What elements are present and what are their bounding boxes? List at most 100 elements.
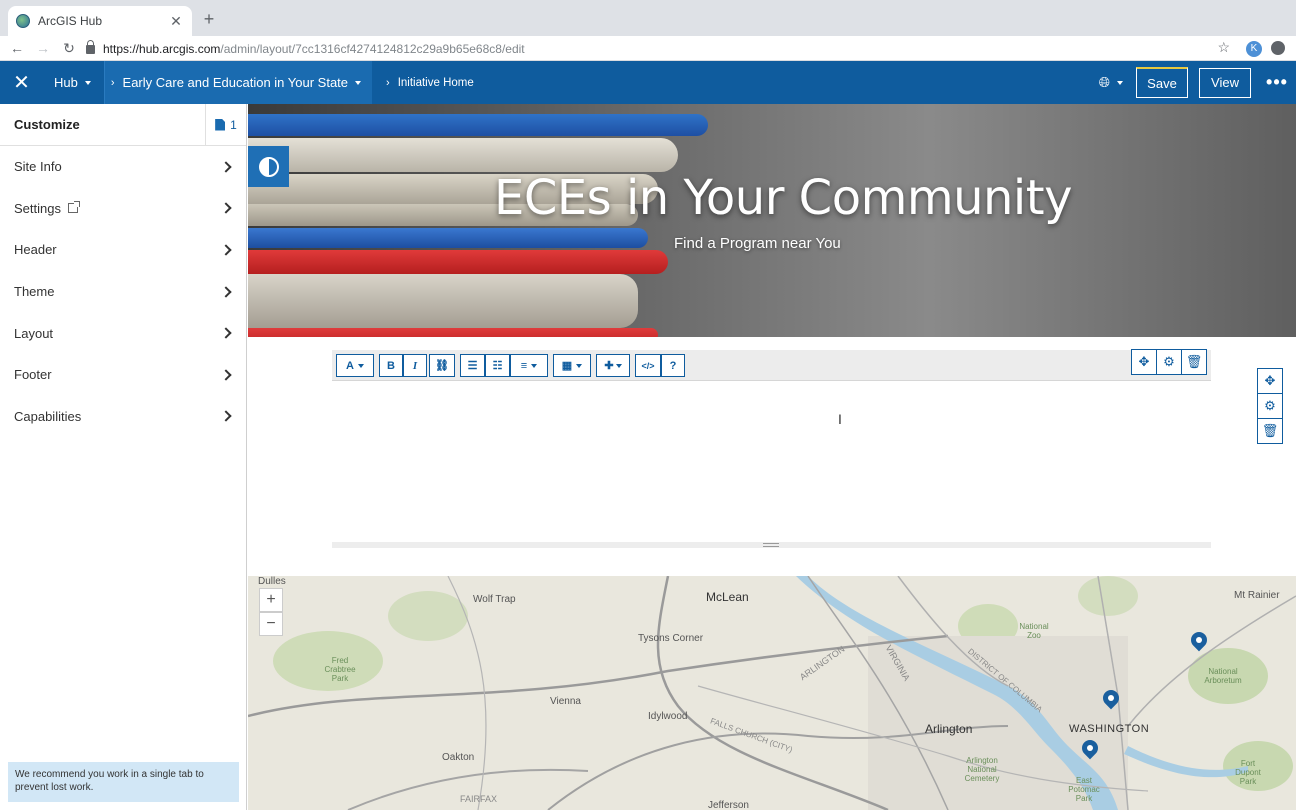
customize-sidebar: Customize 1 Site Info Settings Header Th… bbox=[0, 103, 247, 810]
caret-down-icon bbox=[355, 80, 362, 85]
park-area bbox=[1078, 576, 1138, 616]
bold-button[interactable]: B bbox=[379, 354, 403, 377]
font-dropdown-button[interactable]: A bbox=[336, 354, 374, 377]
map-label-mclean: McLean bbox=[706, 590, 749, 604]
chevron-right-icon bbox=[220, 244, 232, 256]
bookmark-star-icon[interactable]: ☆ bbox=[1217, 39, 1230, 56]
map-label-east-potomac: East Potomac Park bbox=[1068, 776, 1100, 803]
map-label-washington: WASHINGTON bbox=[1069, 723, 1150, 735]
book-image bbox=[248, 114, 708, 136]
browser-tab[interactable]: ArcGIS Hub ✕ bbox=[8, 6, 192, 36]
settings-label: Settings bbox=[14, 200, 61, 216]
sidebar-title: Customize bbox=[14, 117, 80, 132]
row-settings-icon[interactable]: ⚙ bbox=[1257, 393, 1283, 419]
close-editor-icon[interactable]: ✕ bbox=[0, 61, 43, 104]
arcgis-globe-icon bbox=[16, 14, 30, 28]
text-cursor-icon: I bbox=[838, 411, 842, 427]
sidebar-item-layout[interactable]: Layout bbox=[0, 312, 246, 354]
chevron-right-icon bbox=[220, 285, 232, 298]
reload-icon[interactable]: ↻ bbox=[57, 40, 81, 57]
map-label-fairfax: FAIRFAX bbox=[460, 794, 498, 804]
contrast-icon bbox=[258, 156, 279, 177]
chevron-right-icon bbox=[220, 369, 232, 381]
book-image bbox=[248, 328, 658, 337]
hero-banner[interactable]: ECEs in Your Community Find a Program ne… bbox=[248, 104, 1296, 337]
globe-icon: 🌐︎ bbox=[1098, 74, 1110, 90]
map-label-fort-dupont: Fort Dupont Park bbox=[1235, 759, 1261, 786]
pages-button[interactable]: 1 bbox=[205, 103, 246, 146]
delete-row-icon[interactable]: 🗑 bbox=[1257, 418, 1283, 444]
align-dropdown-button[interactable]: ≡ bbox=[510, 354, 548, 377]
insert-icon: ✚ bbox=[604, 360, 614, 372]
italic-button[interactable]: I bbox=[403, 354, 427, 377]
new-tab-button[interactable]: + bbox=[200, 9, 218, 30]
caret-down-icon bbox=[84, 80, 91, 85]
code-view-button[interactable]: </> bbox=[635, 354, 661, 377]
map-view[interactable]: Dulles Wolf Trap McLean Tysons Corner Fr… bbox=[248, 576, 1296, 810]
map-label-arlington-cemetery: Arlington National Cemetery bbox=[964, 756, 1000, 783]
zoom-out-button[interactable]: − bbox=[259, 612, 283, 636]
extension-icon[interactable] bbox=[1271, 41, 1285, 55]
map-label-fred-crabtree: Fred Crabtree Park bbox=[324, 656, 356, 683]
chevron-right-icon bbox=[220, 327, 232, 339]
zoom-in-button[interactable]: + bbox=[259, 588, 283, 612]
map-pin-marker[interactable] bbox=[1103, 690, 1119, 712]
delete-card-icon[interactable]: 🗑 bbox=[1181, 349, 1207, 375]
table-dropdown-button[interactable]: ▦ bbox=[553, 354, 591, 377]
url-path: /admin/layout/7cc1316cf4274124812c29a9b6… bbox=[220, 41, 525, 56]
url-field[interactable]: https://hub.arcgis.com/admin/layout/7cc1… bbox=[86, 36, 1230, 61]
view-button[interactable]: View bbox=[1199, 67, 1251, 98]
hero-subtitle: Find a Program near You bbox=[674, 235, 841, 252]
caret-down-icon bbox=[576, 363, 583, 368]
align-icon: ≡ bbox=[520, 359, 528, 372]
more-options-icon[interactable]: ••• bbox=[1262, 72, 1292, 93]
contrast-toggle-button[interactable] bbox=[248, 146, 289, 187]
move-row-icon[interactable]: ✥ bbox=[1257, 368, 1283, 394]
hub-menu[interactable]: Hub bbox=[43, 61, 104, 104]
map-pin-marker[interactable] bbox=[1191, 632, 1207, 654]
language-selector[interactable]: 🌐︎ bbox=[1099, 74, 1123, 91]
map-label-mt-rainier: Mt Rainier bbox=[1234, 590, 1280, 601]
external-link-icon bbox=[67, 201, 80, 214]
save-button[interactable]: Save bbox=[1136, 67, 1188, 98]
close-tab-icon[interactable]: ✕ bbox=[168, 13, 184, 30]
map-pin-marker[interactable] bbox=[1082, 740, 1098, 762]
profile-avatar[interactable]: K bbox=[1246, 41, 1262, 57]
numbered-list-button[interactable]: ☷ bbox=[485, 354, 510, 377]
help-button[interactable]: ? bbox=[661, 354, 685, 377]
bullet-list-button[interactable]: ☰ bbox=[460, 354, 485, 377]
book-image bbox=[248, 274, 638, 328]
chevron-right-icon: › bbox=[110, 76, 115, 89]
sidebar-item-site-info[interactable]: Site Info bbox=[0, 146, 246, 188]
map-label-jefferson: Jefferson bbox=[708, 800, 749, 810]
book-image bbox=[248, 138, 678, 172]
link-button[interactable]: ⛓ bbox=[429, 354, 455, 377]
back-arrow-icon[interactable]: ← bbox=[5, 40, 29, 57]
sidebar-item-theme[interactable]: Theme bbox=[0, 271, 246, 313]
insert-dropdown-button[interactable]: ✚ bbox=[596, 354, 630, 377]
font-icon: A bbox=[346, 359, 354, 372]
sidebar-item-label: Layout bbox=[14, 325, 54, 341]
map-label-tysons: Tysons Corner bbox=[638, 633, 704, 644]
card-settings-icon[interactable]: ⚙ bbox=[1156, 349, 1182, 375]
caret-down-icon bbox=[1117, 80, 1123, 85]
forward-arrow-icon[interactable]: → bbox=[31, 40, 55, 57]
sidebar-item-header[interactable]: Header bbox=[0, 229, 246, 271]
map-label-dulles: Dulles bbox=[258, 576, 286, 587]
browser-tab-bar: ArcGIS Hub ✕ + bbox=[0, 0, 1296, 36]
chevron-right-icon bbox=[220, 410, 232, 423]
caret-down-icon bbox=[357, 363, 364, 368]
resize-handle[interactable] bbox=[332, 542, 1211, 548]
sidebar-item-capabilities[interactable]: Capabilities bbox=[0, 396, 246, 438]
map-label-idylwood: Idylwood bbox=[648, 711, 688, 722]
sidebar-item-footer[interactable]: Footer bbox=[0, 354, 246, 396]
move-card-icon[interactable]: ✥ bbox=[1131, 349, 1157, 375]
map-label-oakton: Oakton bbox=[442, 752, 475, 763]
single-tab-notice: We recommend you work in a single tab to… bbox=[8, 762, 239, 802]
site-selector[interactable]: › Early Care and Education in Your State bbox=[103, 61, 373, 104]
map-basemap bbox=[248, 576, 1296, 810]
page-breadcrumb[interactable]: › Initiative Home bbox=[372, 61, 474, 104]
sidebar-item-label: Footer bbox=[14, 367, 52, 383]
hub-label: Hub bbox=[54, 75, 78, 90]
sidebar-item-settings[interactable]: Settings bbox=[0, 188, 246, 230]
